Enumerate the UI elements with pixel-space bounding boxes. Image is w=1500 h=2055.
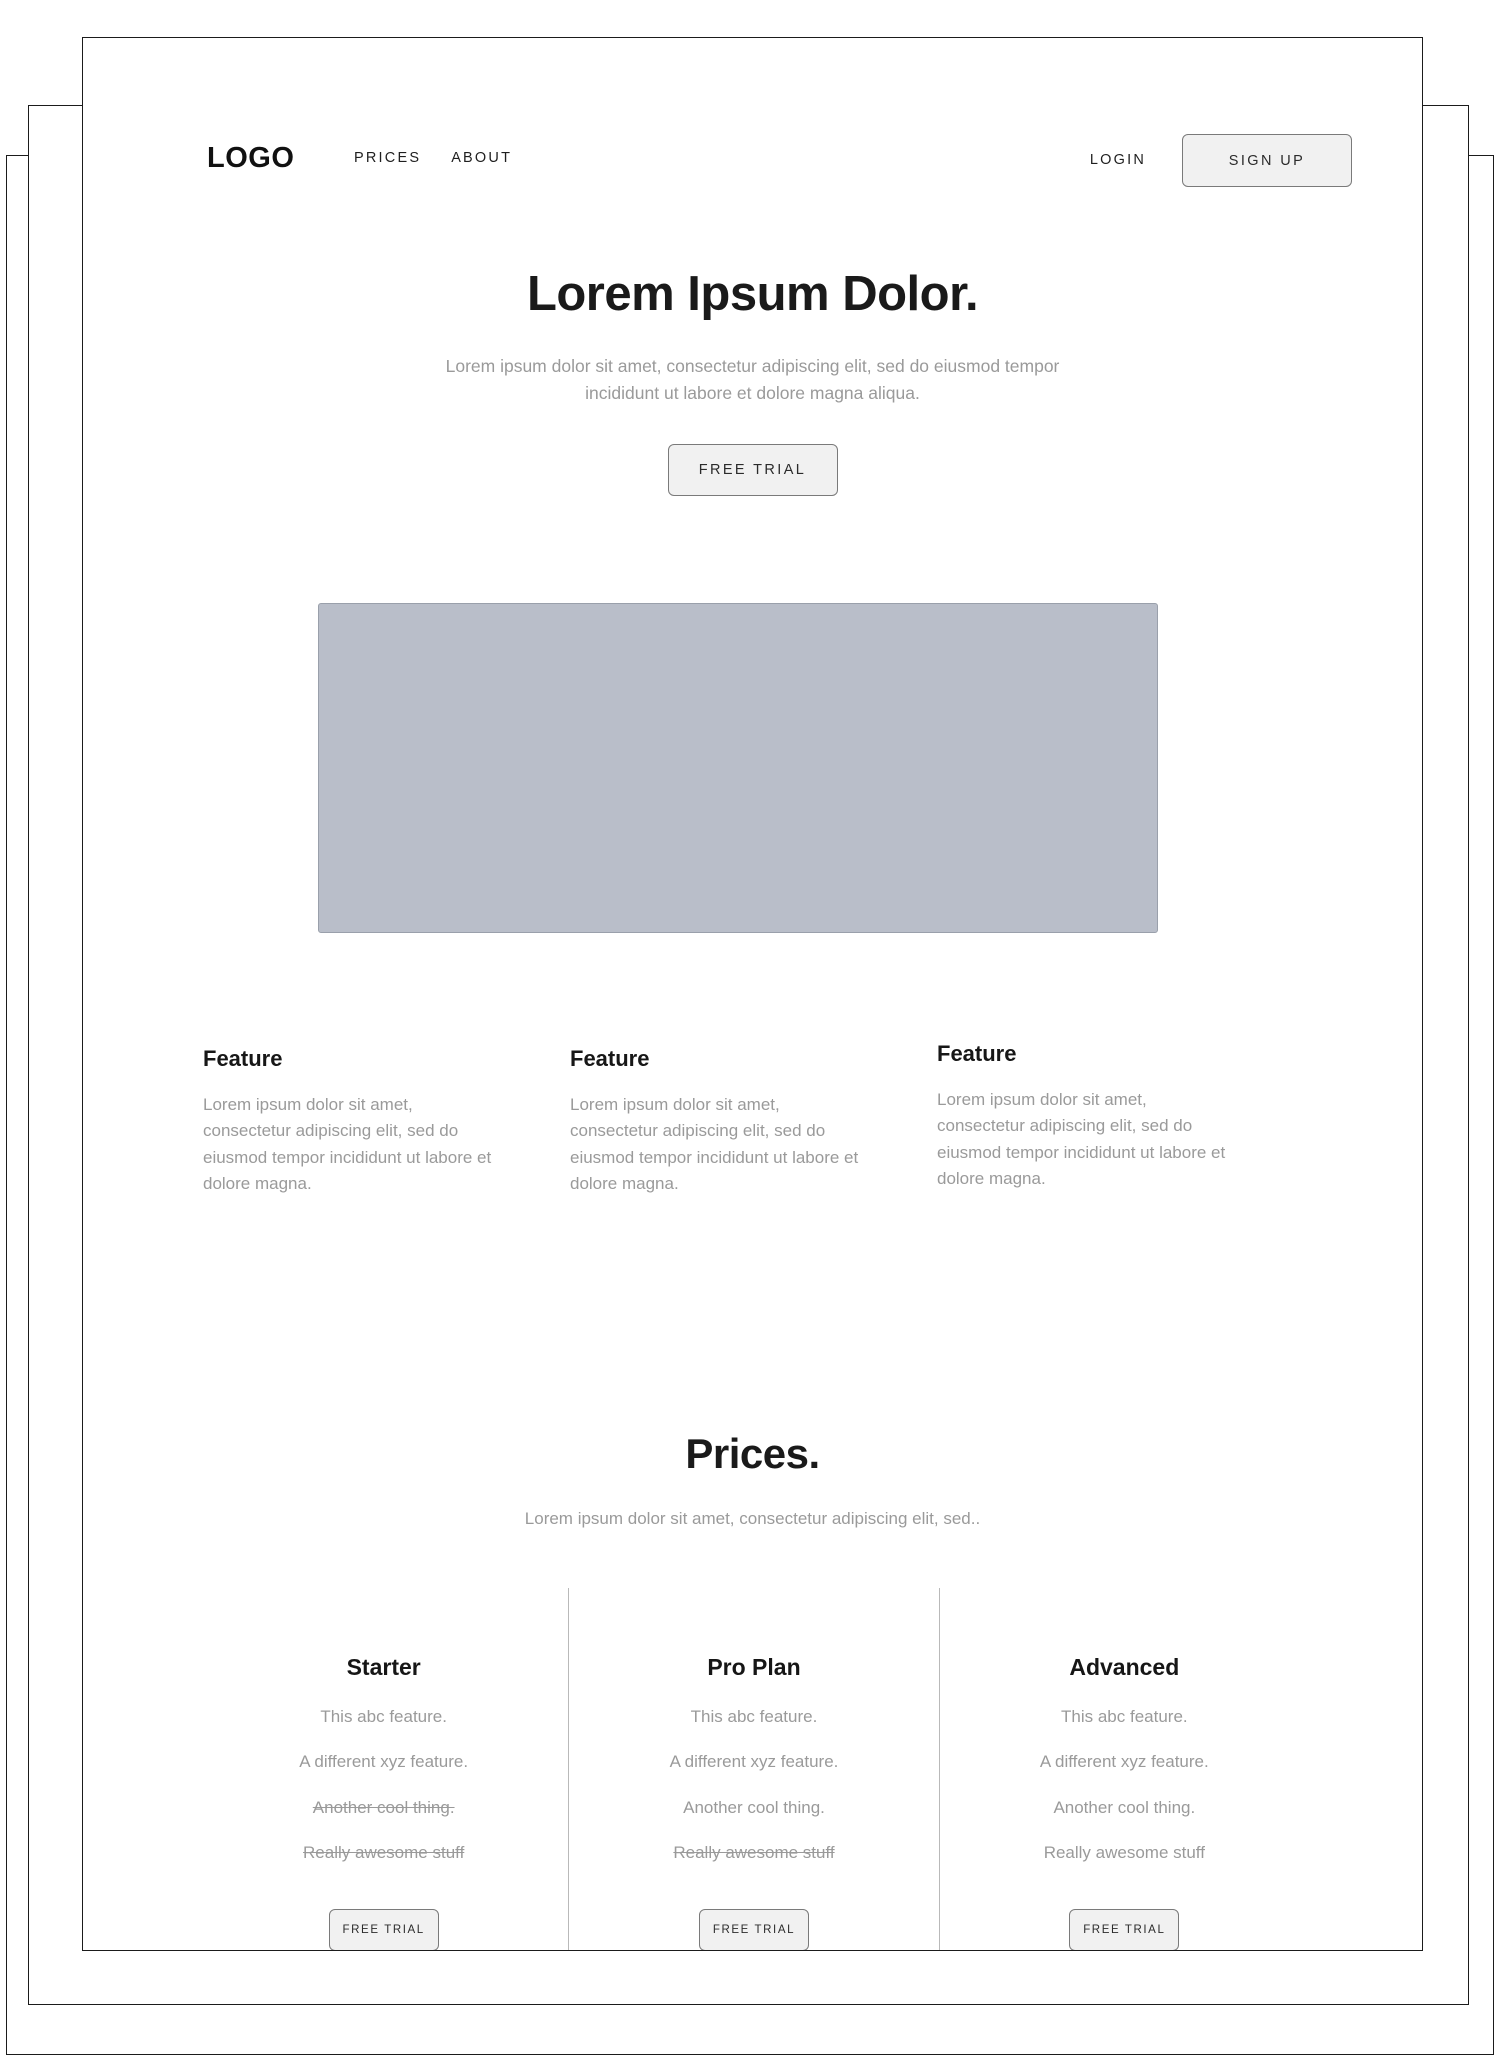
plan-feature: A different xyz feature. [669, 1752, 839, 1772]
hero-subtitle: Lorem ipsum dolor sit amet, consectetur … [445, 355, 1060, 404]
main-window-frame: LOGO PRICES ABOUT LOGIN SIGN UP Lorem Ip… [82, 37, 1423, 1951]
features-section: Feature Lorem ipsum dolor sit amet, cons… [203, 1043, 1308, 1197]
plan-feature: Another cool thing. [683, 1797, 825, 1817]
pricing-plan-advanced: Advanced This abc feature. A different x… [938, 1588, 1309, 1950]
plan-feature: Another cool thing. [312, 1797, 455, 1817]
hero-free-trial-button[interactable]: FREE TRIAL [667, 444, 838, 497]
prices-title: Prices. [685, 1430, 820, 1477]
feature-body: Lorem ipsum dolor sit amet, consectetur … [570, 1095, 859, 1194]
pricing-plan-starter: Starter This abc feature. A different xy… [199, 1588, 568, 1950]
plan-feature: This abc feature. [1061, 1707, 1188, 1726]
plan-feature: Really awesome stuff [673, 1843, 835, 1863]
feature-card-2: Feature Lorem ipsum dolor sit amet, cons… [570, 1048, 870, 1197]
feature-title: Feature [570, 1046, 650, 1071]
plan-free-trial-button[interactable]: FREE TRIAL [698, 1908, 809, 1950]
pricing-plans: Starter This abc feature. A different xy… [199, 1588, 1309, 1950]
nav-item-about[interactable]: ABOUT [451, 151, 512, 166]
nav-item-prices[interactable]: PRICES [354, 151, 421, 166]
plan-feature: A different xyz feature. [299, 1752, 469, 1772]
prices-heading-block: Prices. Lorem ipsum dolor sit amet, cons… [83, 1433, 1422, 1532]
feature-title: Feature [937, 1041, 1017, 1066]
plan-feature: Another cool thing. [1053, 1797, 1196, 1817]
plan-feature: Really awesome stuff [1043, 1843, 1205, 1863]
plan-name: Advanced [1069, 1654, 1180, 1680]
site-header: LOGO PRICES ABOUT LOGIN SIGN UP [83, 38, 1422, 187]
plan-free-trial-button[interactable]: FREE TRIAL [1069, 1908, 1180, 1950]
plan-name: Pro Plan [707, 1654, 801, 1680]
hero-section: Lorem Ipsum Dolor. Lorem ipsum dolor sit… [83, 267, 1422, 497]
plan-feature: A different xyz feature. [1039, 1752, 1209, 1772]
plan-name: Starter [346, 1654, 421, 1680]
brand-logo[interactable]: LOGO [207, 144, 294, 173]
header-actions: LOGIN SIGN UP [1090, 134, 1352, 187]
feature-body: Lorem ipsum dolor sit amet, consectetur … [203, 1095, 492, 1194]
plan-free-trial-button[interactable]: FREE TRIAL [328, 1908, 439, 1950]
prices-subtitle: Lorem ipsum dolor sit amet, consectetur … [524, 1509, 981, 1528]
plan-feature: This abc feature. [320, 1707, 447, 1726]
feature-title: Feature [203, 1046, 283, 1071]
hero-title: Lorem Ipsum Dolor. [526, 267, 979, 321]
plan-feature: This abc feature. [690, 1707, 818, 1726]
signup-button[interactable]: SIGN UP [1182, 134, 1352, 187]
feature-card-1: Feature Lorem ipsum dolor sit amet, cons… [203, 1048, 503, 1197]
hero-image-placeholder [318, 603, 1158, 933]
feature-body: Lorem ipsum dolor sit amet, consectetur … [937, 1090, 1226, 1189]
pricing-plan-pro: Pro Plan This abc feature. A different x… [568, 1588, 938, 1950]
login-link[interactable]: LOGIN [1090, 153, 1146, 168]
feature-card-3: Feature Lorem ipsum dolor sit amet, cons… [937, 1043, 1237, 1192]
main-nav: PRICES ABOUT [354, 151, 512, 166]
plan-feature: Really awesome stuff [303, 1843, 465, 1863]
